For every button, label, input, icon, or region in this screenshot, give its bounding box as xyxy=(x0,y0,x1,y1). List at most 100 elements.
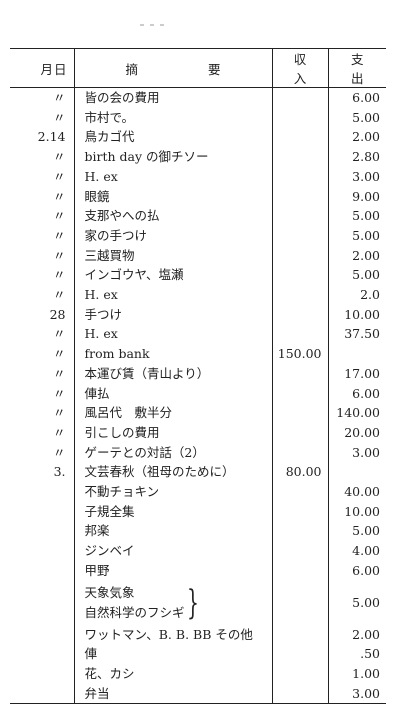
row-income xyxy=(271,541,328,561)
row-date: 〃 xyxy=(52,247,66,263)
row-date: 〃 xyxy=(52,149,66,165)
row-expense: 40.00 xyxy=(327,482,386,502)
row-expense xyxy=(327,344,386,364)
row-description-grouped: 天象気象 自然科学のフシギ} xyxy=(73,580,272,625)
row-description: 三越買物 xyxy=(73,245,272,266)
row-income xyxy=(271,442,328,463)
table-row: 〃ゲーテとの対話（2） 3.00 xyxy=(10,442,386,463)
row-expense: 2.00 xyxy=(327,624,386,645)
row-description: H. ex xyxy=(73,324,272,345)
row-income xyxy=(271,521,328,542)
row-date: 28 xyxy=(49,306,66,322)
table-row: 〃 H. ex 3.00 xyxy=(10,166,386,187)
row-description: 甲野 xyxy=(73,560,272,581)
table-row: 〃俥払 6.00 xyxy=(10,383,386,404)
row-description: birth day の御チソー xyxy=(73,147,272,167)
row-expense: 9.00 xyxy=(327,186,386,207)
right-brace-icon: } xyxy=(186,582,199,623)
grouped-item-2: 自然科学のフシギ xyxy=(84,604,185,620)
row-expense: 5.00 xyxy=(327,107,386,128)
row-date: 〃 xyxy=(52,168,66,184)
row-income xyxy=(271,683,328,704)
row-description: インゴウヤ、塩瀬 xyxy=(73,265,272,286)
row-income xyxy=(271,127,328,148)
row-expense: 20.00 xyxy=(327,422,386,443)
header-desc-b: 要 xyxy=(208,61,221,77)
row-expense: 3.00 xyxy=(327,166,386,187)
row-date: 2.14 xyxy=(37,129,66,145)
row-description: 本運び賃（青山より） xyxy=(73,363,272,384)
row-income: 150.00 xyxy=(271,344,328,364)
row-date: 〃 xyxy=(52,227,66,243)
header-desc-a: 摘 xyxy=(125,61,138,77)
row-description: ジンベイ xyxy=(73,541,272,561)
row-income xyxy=(271,107,328,128)
row-description: 弁当 xyxy=(73,683,272,704)
row-description: 家の手つけ xyxy=(73,225,272,246)
table-row: 2.14 鳥カゴ代 2.00 xyxy=(10,127,386,148)
row-description: 支那やへの払 xyxy=(73,206,272,226)
row-expense: 6.00 xyxy=(327,383,386,404)
row-expense: 37.50 xyxy=(327,324,386,345)
row-description: 不動チョキン xyxy=(73,482,272,502)
row-description: 手つけ xyxy=(73,304,272,325)
faint-mark xyxy=(140,24,180,30)
row-expense: 5.00 xyxy=(327,225,386,246)
row-income xyxy=(271,383,328,404)
table-row: ジンベイ 4.00 xyxy=(10,541,386,561)
row-description: H. ex xyxy=(73,166,272,187)
table-row: 花、カシ 1.00 xyxy=(10,663,386,684)
row-date: 〃 xyxy=(52,267,66,283)
row-expense: 10.00 xyxy=(327,501,386,522)
row-income xyxy=(271,147,328,167)
row-income xyxy=(271,560,328,581)
row-expense: 4.00 xyxy=(327,541,386,561)
row-income xyxy=(271,422,328,443)
row-expense: 5.00 xyxy=(327,265,386,286)
row-date: 〃 xyxy=(52,208,66,224)
row-income xyxy=(271,225,328,246)
row-income xyxy=(271,166,328,187)
row-date: 〃 xyxy=(52,326,66,342)
ledger-header: 月日 摘要 収入 支出 xyxy=(10,48,386,88)
row-income xyxy=(271,265,328,286)
row-description: from bank xyxy=(73,344,272,364)
row-description: 花、カシ xyxy=(73,663,272,684)
table-row: 邦楽 5.00 xyxy=(10,521,386,542)
row-date: 3. xyxy=(53,464,66,480)
row-description: 風呂代 敷半分 xyxy=(73,403,272,423)
table-row: 〃 H. ex 2.0 xyxy=(10,285,386,305)
table-row: 〃支那やへの払 5.00 xyxy=(10,206,386,226)
row-date xyxy=(10,482,74,502)
row-income xyxy=(271,663,328,684)
header-income: 収入 xyxy=(271,48,328,88)
table-row: 不動チョキン 40.00 xyxy=(10,482,386,502)
row-income xyxy=(271,624,328,645)
row-expense: 2.00 xyxy=(327,245,386,266)
table-row: 〃引こしの費用 20.00 xyxy=(10,422,386,443)
row-income xyxy=(271,501,328,522)
table-row: 3. 文芸春秋（祖母のために） 80.00 xyxy=(10,462,386,483)
row-income xyxy=(271,324,328,345)
row-expense: 2.0 xyxy=(327,285,386,305)
row-income xyxy=(271,206,328,226)
row-description: 眼鏡 xyxy=(73,186,272,207)
row-expense: 5.00 xyxy=(327,580,386,625)
table-row: 〃眼鏡 9.00 xyxy=(10,186,386,207)
row-description: H. ex xyxy=(73,285,272,305)
row-expense: 5.00 xyxy=(327,206,386,226)
row-date: 〃 xyxy=(52,424,66,440)
row-income xyxy=(271,482,328,502)
row-date xyxy=(10,625,74,645)
row-income xyxy=(271,285,328,305)
row-description: 鳥カゴ代 xyxy=(73,127,272,148)
row-date xyxy=(10,541,74,561)
row-description: 文芸春秋（祖母のために） xyxy=(73,462,272,483)
row-date xyxy=(10,502,74,522)
row-description: 皆の会の費用 xyxy=(73,87,272,108)
row-expense: 17.00 xyxy=(327,363,386,384)
ledger-body: 〃皆の会の費用 6.00 〃市村で。 5.00 2.14 鳥カゴ代 2.00 〃 birth d… xyxy=(10,87,386,704)
row-description: 子規全集 xyxy=(73,501,272,522)
table-row: 〃風呂代 敷半分 140.00 xyxy=(10,403,386,423)
row-income xyxy=(271,363,328,384)
